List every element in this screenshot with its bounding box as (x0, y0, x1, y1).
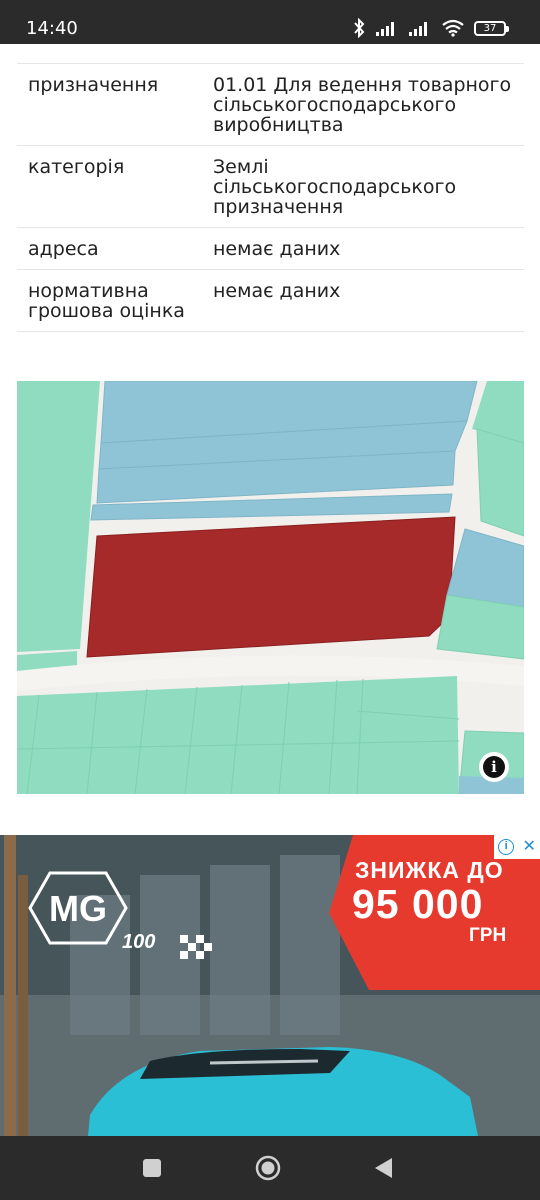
system-nav-bar (0, 1136, 540, 1200)
battery-icon: 37 (474, 20, 509, 36)
ad-choices-badge[interactable]: i ✕ (494, 835, 540, 859)
row-value: Землі сільськогосподарського призначення (213, 156, 457, 218)
row-label: категорія (28, 156, 125, 178)
row-label: адреса (28, 238, 99, 260)
table-row: призначення 01.01 Для ведення товарного … (17, 64, 524, 146)
highlighted-parcel[interactable] (86, 516, 456, 658)
table-row-clipped (17, 54, 524, 64)
parcel-info-table: призначення 01.01 Для ведення товарного … (17, 54, 524, 332)
ad-promo-line1: ЗНИЖКА ДО (355, 857, 504, 883)
map-parcel (436, 594, 524, 660)
map-parcel (17, 676, 459, 794)
svg-text:MG: MG (49, 888, 107, 929)
map-info-button[interactable]: i (479, 752, 509, 782)
wifi-icon (442, 19, 464, 37)
map-parcel (476, 428, 524, 537)
map-canvas[interactable] (17, 381, 524, 794)
signal-icon (409, 22, 427, 36)
ad-info-icon[interactable]: i (498, 839, 515, 855)
recents-button[interactable] (138, 1154, 166, 1182)
home-button[interactable] (254, 1154, 282, 1182)
parcel-map[interactable]: i (17, 381, 524, 794)
status-time: 14:40 (26, 18, 78, 39)
row-label: призначення (28, 74, 159, 96)
back-button[interactable] (370, 1154, 398, 1182)
row-value: немає даних (213, 238, 341, 260)
row-value: немає даних (213, 280, 341, 302)
page-content: призначення 01.01 Для ведення товарного … (0, 44, 540, 1136)
bluetooth-icon (354, 18, 365, 38)
ad-close-icon[interactable]: ✕ (522, 839, 535, 855)
table-row: категорія Землі сільськогосподарського п… (17, 146, 524, 228)
signal-icon (376, 22, 394, 36)
info-icon: i (483, 756, 505, 778)
row-value: 01.01 Для ведення товарного сільськогосп… (213, 74, 512, 136)
status-icons: 37 (352, 17, 509, 39)
ad-model-tag: 100 (122, 931, 156, 953)
mg-logo: MG (28, 871, 212, 959)
ad-banner[interactable]: ЗНИЖКА ДО 95 000 ГРН MG 100 i ✕ (0, 835, 540, 1136)
table-row: адреса немає даних (17, 228, 524, 270)
ad-promo-line2: 95 000 (352, 881, 484, 927)
row-label: нормативна грошова оцінка (28, 280, 185, 322)
ad-promo-line3: ГРН (469, 925, 507, 946)
status-bar: 14:40 37 (0, 0, 540, 44)
table-row: нормативна грошова оцінка немає даних (17, 270, 524, 332)
